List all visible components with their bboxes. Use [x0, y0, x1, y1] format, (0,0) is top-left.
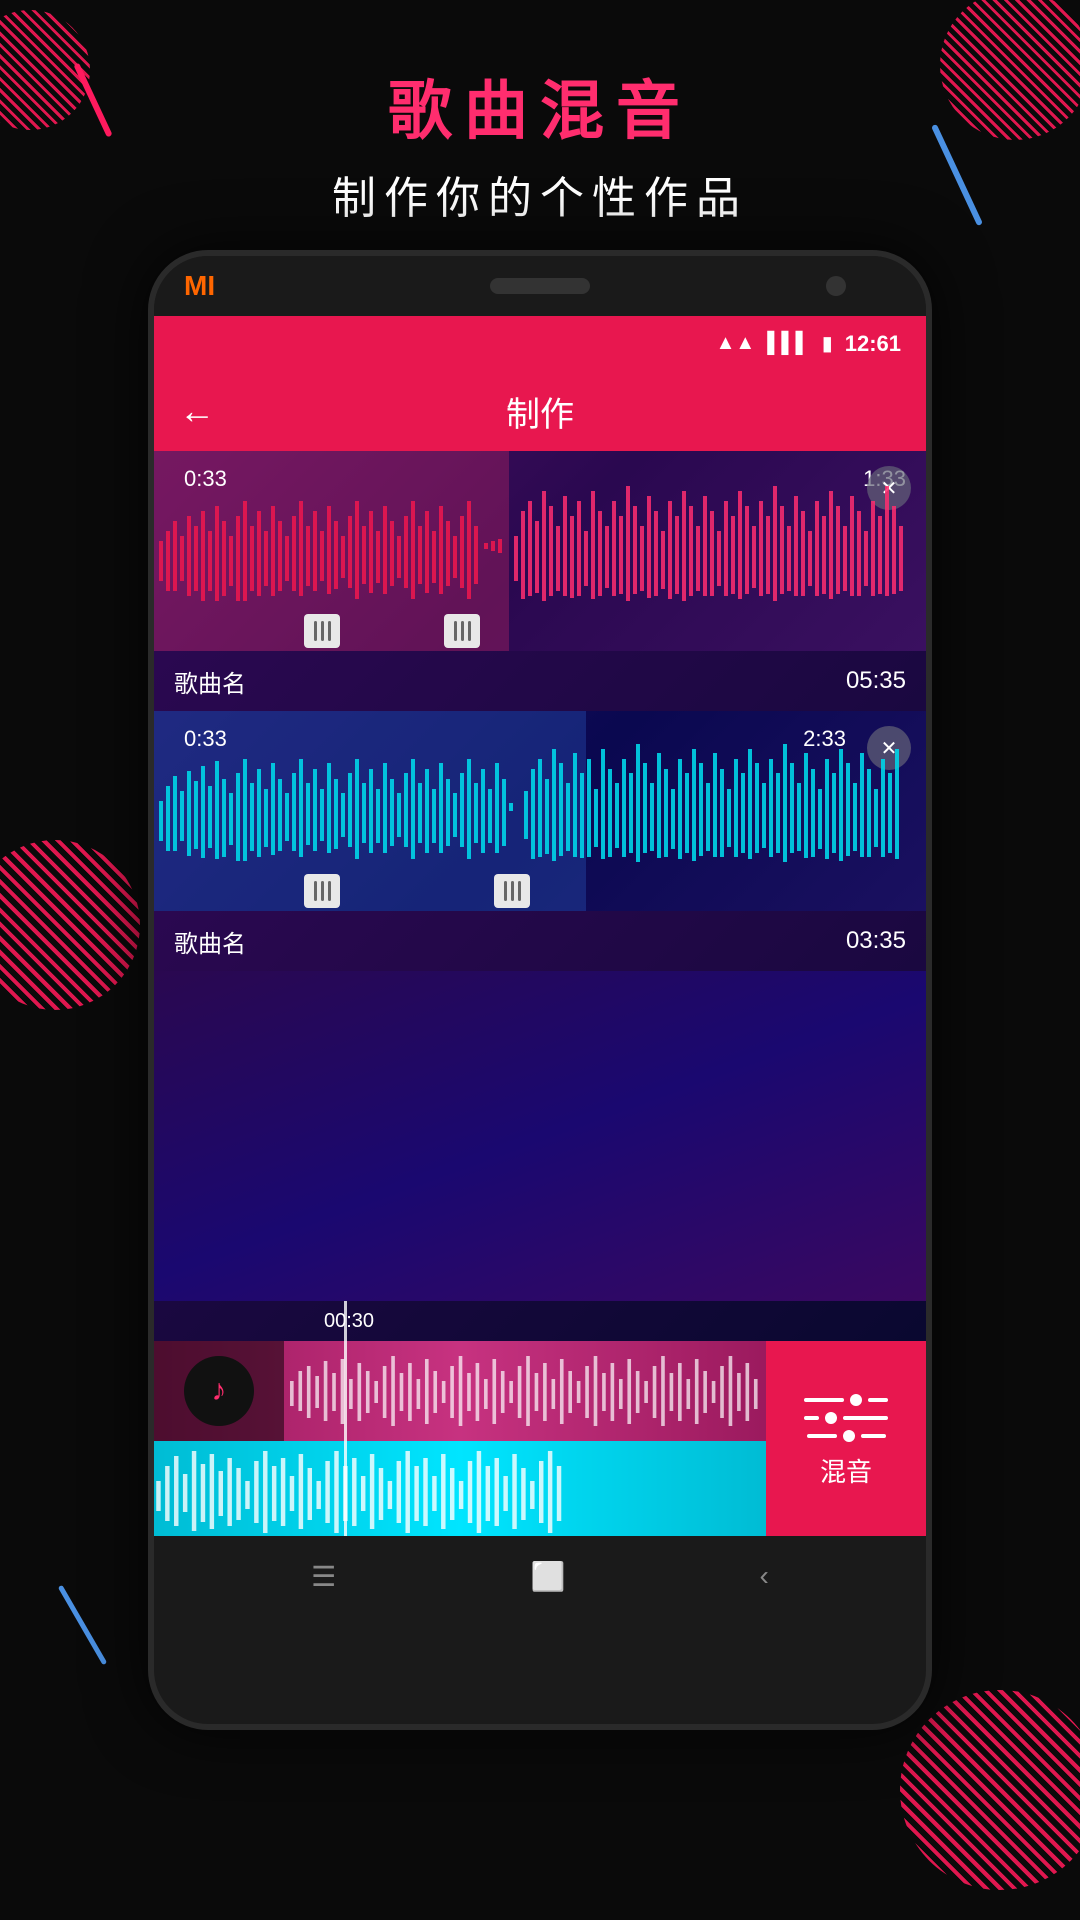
timeline-marker: 00:30 — [324, 1310, 374, 1333]
tracks-container: 0:33 1:33 ✕ — [154, 451, 926, 1301]
preview-waveform-1 — [284, 1351, 766, 1431]
track-1-drag-handles — [154, 611, 926, 651]
title-area: 歌曲混音 制作你的个性作品 — [0, 60, 1080, 226]
track-2-drag-handles — [154, 871, 926, 911]
app-title: 制作 — [506, 387, 574, 436]
deco-circle-mid-left — [0, 840, 140, 1010]
phone-speaker — [490, 278, 590, 294]
mi-logo: MI — [184, 270, 215, 302]
play-icon: ♪ — [212, 1374, 227, 1408]
signal-icon: ▌▌▌ — [767, 332, 810, 355]
track-1-handle-left[interactable] — [304, 614, 340, 648]
track-2-name: 歌曲名 — [174, 924, 246, 959]
battery-icon: ▮ — [822, 331, 833, 356]
screen-content: 0:33 1:33 ✕ — [154, 451, 926, 1536]
app-bar: ← 制作 — [154, 371, 926, 451]
mix-label: 混音 — [820, 1452, 872, 1489]
track-2-info: 歌曲名 03:35 — [154, 911, 926, 971]
track-1-handle-right[interactable] — [444, 614, 480, 648]
wifi-icon: ▲▲ — [716, 332, 756, 355]
sub-title: 制作你的个性作品 — [0, 162, 1080, 226]
track-2-duration: 03:35 — [846, 927, 906, 955]
track-1-name: 歌曲名 — [174, 664, 246, 699]
preview-track-1[interactable]: ♪ — [154, 1341, 766, 1441]
track-1-waveform-svg — [154, 481, 904, 611]
play-button-overlay[interactable]: ♪ — [154, 1341, 284, 1441]
deco-line-blue2 — [58, 1585, 107, 1665]
nav-bar: ☰ ⬜ ‹ — [154, 1536, 926, 1616]
bottom-bar: ♪ — [154, 1341, 926, 1536]
track-2-waveform-svg — [154, 741, 904, 871]
track-1-info: 歌曲名 05:35 — [154, 651, 926, 711]
timeline-playhead — [344, 1341, 347, 1536]
back-button[interactable]: ← — [179, 390, 215, 432]
nav-home-icon[interactable]: ⬜ — [530, 1560, 565, 1593]
nav-back-icon[interactable]: ‹ — [760, 1560, 769, 1592]
mix-button[interactable]: 混音 — [766, 1341, 926, 1536]
deco-circle-bottom-right — [900, 1690, 1080, 1890]
preview-area: ♪ — [154, 1341, 766, 1536]
preview-waveform-2 — [154, 1446, 766, 1536]
track-2-handle-right[interactable] — [494, 874, 530, 908]
play-button[interactable]: ♪ — [184, 1356, 254, 1426]
track-2-waveform[interactable]: 0:33 2:33 ✕ — [154, 711, 926, 911]
nav-menu-icon[interactable]: ☰ — [311, 1560, 336, 1593]
track-2-handle-left[interactable] — [304, 874, 340, 908]
preview-track-2[interactable] — [154, 1441, 766, 1536]
timeline-area: 00:30 — [154, 1301, 926, 1341]
track-1-waveform[interactable]: 0:33 1:33 ✕ — [154, 451, 926, 651]
empty-area — [154, 971, 926, 1301]
track-2: 0:33 2:33 ✕ — [154, 711, 926, 971]
track-1: 0:33 1:33 ✕ — [154, 451, 926, 711]
track-1-duration: 05:35 — [846, 667, 906, 695]
mix-icon — [804, 1394, 888, 1442]
phone-top-bar: MI — [154, 256, 926, 316]
phone-frame: MI ▲▲ ▌▌▌ ▮ 12:61 ← 制作 0:33 1:33 — [148, 250, 932, 1730]
phone-camera — [826, 276, 846, 296]
status-bar: ▲▲ ▌▌▌ ▮ 12:61 — [154, 316, 926, 371]
status-time: 12:61 — [845, 331, 901, 357]
main-title: 歌曲混音 — [0, 60, 1080, 152]
